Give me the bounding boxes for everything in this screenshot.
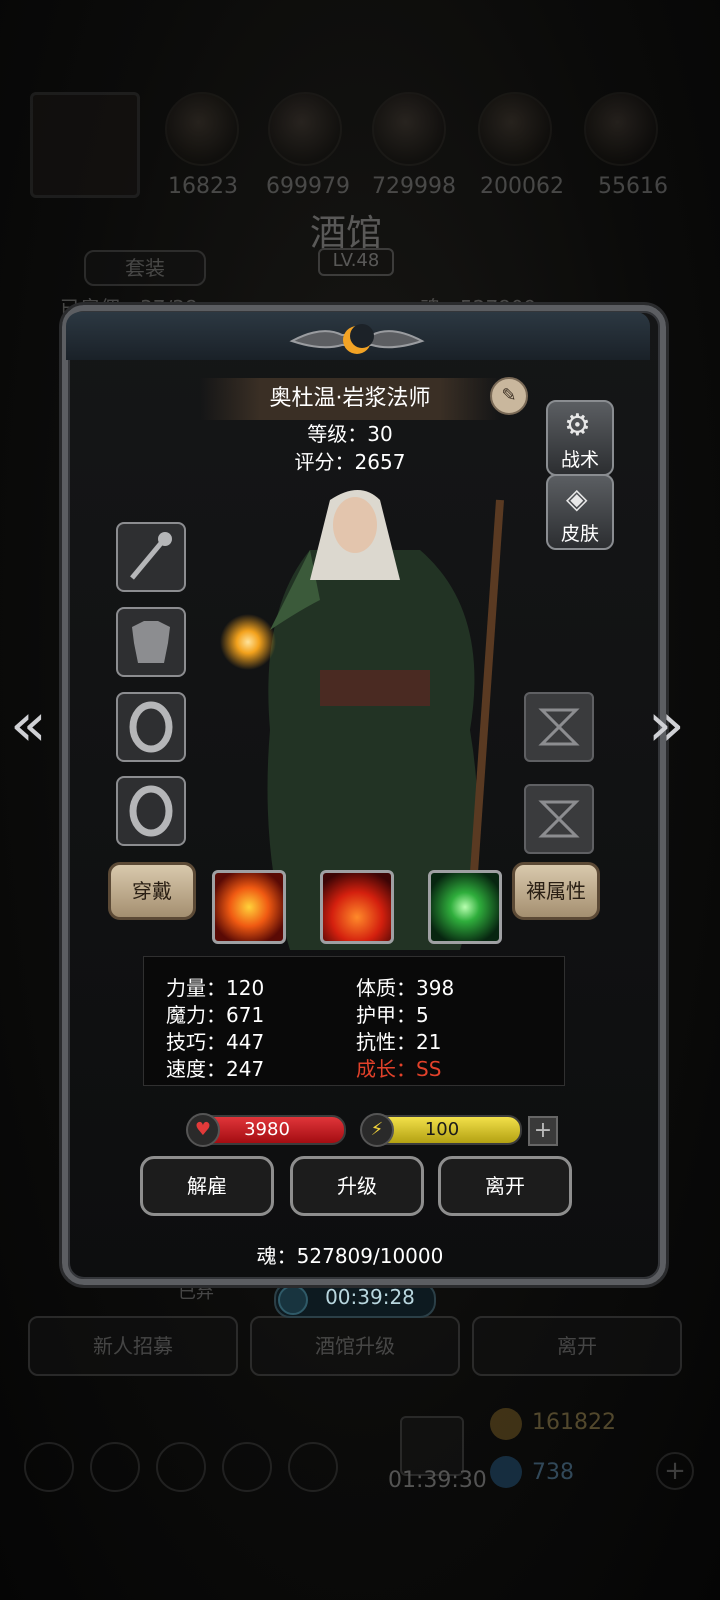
bg-leave-button[interactable]: 离开: [472, 1316, 682, 1376]
resource-value-2: 699979: [266, 174, 350, 199]
tactics-button[interactable]: ⚙ 战术: [546, 400, 614, 476]
naked-attr-button[interactable]: 裸属性: [512, 862, 600, 920]
dismiss-button[interactable]: 解雇: [140, 1156, 274, 1216]
tactics-label: 战术: [560, 449, 599, 471]
armor-icon: [132, 621, 170, 663]
weapon-slot[interactable]: [116, 522, 186, 592]
armor-slot[interactable]: [116, 607, 186, 677]
upgrade-button[interactable]: 升级: [290, 1156, 424, 1216]
gem-value: 738: [532, 1460, 574, 1485]
bottom-timer: 01:39:30: [388, 1468, 487, 1493]
rune-slot-1[interactable]: [524, 692, 594, 762]
level-badge: LV.48: [318, 248, 394, 276]
gold-coin-icon: [490, 1408, 522, 1440]
staff-icon: [130, 532, 172, 580]
resource-value-1: 16823: [168, 174, 238, 199]
resource-icon-3: [372, 92, 446, 166]
stat-strength: 力量：120: [166, 976, 265, 1000]
resource-icon-5: [584, 92, 658, 166]
stat-skill: 技巧：447: [166, 1030, 265, 1054]
pencil-icon: ✎: [501, 385, 517, 406]
wear-button[interactable]: 穿戴: [108, 862, 196, 920]
gear-icon: ⚙: [564, 408, 591, 443]
timer-text: 00:39:28: [325, 1285, 415, 1309]
prev-hero-arrow-icon[interactable]: «: [10, 690, 47, 760]
shirt-icon: ◈: [566, 482, 588, 515]
hero-name: 奥杜温·岩浆法师: [269, 386, 431, 411]
skill-explosion-icon[interactable]: [212, 870, 286, 944]
leave-button[interactable]: 离开: [438, 1156, 572, 1216]
hourglass-icon: [538, 800, 580, 838]
nav-icon-4[interactable]: [222, 1442, 272, 1492]
stat-magic: 魔力：671: [166, 1003, 265, 1027]
resource-icon-2: [268, 92, 342, 166]
gift-icon[interactable]: [400, 1416, 464, 1476]
resource-value-3: 729998: [372, 174, 456, 199]
ring-slot-2[interactable]: [116, 776, 186, 846]
ring-slot-1[interactable]: [116, 692, 186, 762]
edit-name-button[interactable]: ✎: [490, 377, 528, 415]
hero-score: 评分：2657: [294, 450, 406, 474]
stat-constitution: 体质：398: [356, 976, 455, 1000]
nav-icon-3[interactable]: [156, 1442, 206, 1492]
nav-icon-1[interactable]: [24, 1442, 74, 1492]
tavern-upgrade-button[interactable]: 酒馆升级: [250, 1316, 460, 1376]
gem-icon: [490, 1456, 522, 1488]
hourglass-icon: [538, 708, 580, 746]
clock-icon: [278, 1285, 308, 1315]
soul-cost: 魂：527809/10000: [256, 1244, 444, 1268]
resource-value-5: 55616: [598, 174, 668, 199]
stat-resist: 抗性：21: [356, 1030, 442, 1054]
gold-value: 161822: [532, 1410, 616, 1435]
skin-label: 皮肤: [560, 523, 599, 545]
moon-emblem-icon: [289, 324, 425, 354]
rune-slot-2[interactable]: [524, 784, 594, 854]
nav-icon-5[interactable]: [288, 1442, 338, 1492]
add-energy-button[interactable]: +: [528, 1116, 558, 1146]
recruit-button[interactable]: 新人招募: [28, 1316, 238, 1376]
heart-icon: ♥: [186, 1113, 220, 1147]
ring-icon: [129, 785, 173, 837]
skin-button[interactable]: ◈ 皮肤: [546, 474, 614, 550]
resource-icon-4: [478, 92, 552, 166]
set-tab[interactable]: 套装: [84, 250, 206, 286]
stat-speed: 速度：247: [166, 1057, 265, 1081]
plus-icon[interactable]: +: [656, 1452, 694, 1490]
stat-growth: 成长：SS: [356, 1057, 442, 1081]
ring-icon: [129, 701, 173, 753]
portrait-frame: [30, 92, 140, 198]
lightning-icon: ⚡: [360, 1113, 394, 1147]
resource-value-4: 200062: [480, 174, 564, 199]
nav-icon-2[interactable]: [90, 1442, 140, 1492]
skill-crystal-icon[interactable]: [428, 870, 502, 944]
hero-level: 等级：30: [307, 422, 393, 446]
skill-flame-icon[interactable]: [320, 870, 394, 944]
stat-armor: 护甲：5: [356, 1003, 429, 1027]
resource-icon-1: [165, 92, 239, 166]
next-hero-arrow-icon[interactable]: »: [648, 690, 685, 760]
